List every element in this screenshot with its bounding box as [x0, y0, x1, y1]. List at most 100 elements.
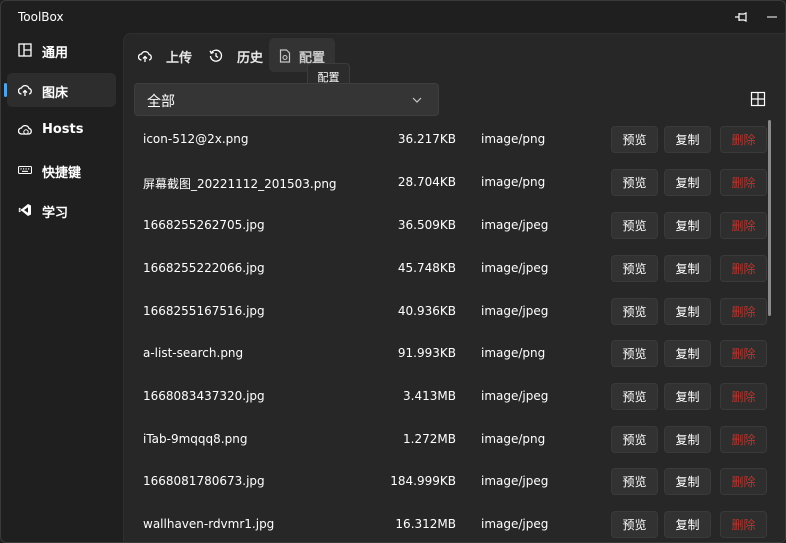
file-type: image/png — [481, 432, 546, 446]
file-type: image/jpeg — [481, 517, 549, 531]
app-window: ToolBox 通用 图床 Hosts 快捷键 学习 上传 历史 配置 配置 全… — [0, 0, 786, 543]
file-name: iTab-9mqqq8.png — [143, 432, 248, 446]
delete-button[interactable]: 删除 — [720, 255, 767, 282]
sidebar-item-label: 学习 — [42, 206, 69, 221]
delete-button[interactable]: 删除 — [720, 468, 767, 495]
sidebar-item-hosts[interactable]: Hosts — [7, 113, 116, 147]
preview-button[interactable]: 预览 — [611, 212, 658, 239]
pin-button[interactable] — [730, 7, 752, 27]
preview-button[interactable]: 预览 — [611, 468, 658, 495]
file-size: 40.936KB — [397, 304, 456, 318]
preview-button[interactable]: 预览 — [611, 426, 658, 453]
copy-button[interactable]: 复制 — [664, 426, 711, 453]
table-row: 1668255222066.jpg 45.748KB image/jpeg 预览 复制删… — [124, 249, 774, 292]
file-size: 184.999KB — [390, 474, 456, 488]
delete-button[interactable]: 删除 — [720, 426, 767, 453]
file-name: wallhaven-rdvmr1.jpg — [143, 517, 275, 531]
file-name: 1668083437320.jpg — [143, 389, 265, 403]
delete-button[interactable]: 删除 — [720, 212, 767, 239]
minimize-icon — [767, 16, 777, 18]
delete-button[interactable]: 删除 — [720, 383, 767, 410]
table-row: 1668255167516.jpg 40.936KB image/jpeg 预览 复制删… — [124, 292, 774, 335]
copy-button[interactable]: 复制 — [664, 212, 711, 239]
delete-button[interactable]: 删除 — [720, 298, 767, 325]
delete-button[interactable]: 删除 — [720, 169, 767, 196]
file-size: 91.993KB — [397, 346, 456, 360]
preview-button[interactable]: 预览 — [611, 255, 658, 282]
table-row: 屏幕截图_20221112_201503.png 28.704KB image/pn… — [124, 163, 774, 206]
delete-button[interactable]: 删除 — [720, 340, 767, 367]
sidebar-item-shortcuts[interactable]: 快捷键 — [7, 153, 116, 187]
table-row: 1668255262705.jpg 36.509KB image/jpeg 预览 复制删… — [124, 206, 774, 249]
layout-icon — [18, 43, 32, 57]
globe-cloud-icon — [18, 124, 32, 135]
file-name: 1668255262705.jpg — [143, 218, 265, 232]
sidebar-item-general[interactable]: 通用 — [7, 33, 116, 67]
file-name: a-list-search.png — [143, 346, 244, 360]
sidebar-item-learn[interactable]: 学习 — [7, 193, 116, 227]
copy-button[interactable]: 复制 — [664, 255, 711, 282]
file-type: image/png — [481, 132, 546, 146]
delete-button[interactable]: 删除 — [720, 511, 767, 538]
tab-label: 历史 — [237, 51, 264, 66]
preview-button[interactable]: 预览 — [611, 126, 658, 153]
file-size: 28.704KB — [397, 175, 456, 189]
file-size: 36.217KB — [397, 132, 456, 146]
file-size: 3.413MB — [403, 389, 456, 403]
pin-icon — [735, 12, 747, 22]
file-name: 1668255222066.jpg — [143, 261, 265, 275]
file-name: 屏幕截图_20221112_201503.png — [143, 177, 337, 191]
copy-button[interactable]: 复制 — [664, 169, 711, 196]
preview-button[interactable]: 预览 — [611, 340, 658, 367]
file-name: icon-512@2x.png — [143, 132, 249, 146]
sidebar-item-label: Hosts — [42, 122, 84, 137]
file-list: icon-512@2x.png 36.217KB image/png 预览 复制 删除 屏幕… — [124, 120, 785, 542]
file-size: 16.312MB — [395, 517, 456, 531]
copy-button[interactable]: 复制 — [664, 511, 711, 538]
filter-select[interactable]: 全部 — [134, 83, 439, 116]
file-size: 45.748KB — [397, 261, 456, 275]
sidebar: 通用 图床 Hosts 快捷键 学习 — [1, 33, 123, 542]
tab-upload[interactable]: 上传 — [126, 38, 196, 72]
file-type: image/jpeg — [481, 389, 549, 403]
scrollbar[interactable] — [768, 120, 771, 316]
file-type: image/jpeg — [481, 304, 549, 318]
filter-select-value: 全部 — [147, 94, 175, 110]
file-name: 1668255167516.jpg — [143, 304, 265, 318]
file-name: 1668081780673.jpg — [143, 474, 265, 488]
file-size: 1.272MB — [403, 432, 456, 446]
preview-button[interactable]: 预览 — [611, 511, 658, 538]
keyboard-icon — [18, 165, 32, 175]
file-type: image/png — [481, 175, 546, 189]
tab-label: 上传 — [166, 51, 193, 66]
chevron-down-icon — [412, 97, 422, 103]
main-panel: 上传 历史 配置 配置 全部 icon-512@2x.png 36.217KB … — [123, 33, 785, 542]
sidebar-item-label: 快捷键 — [42, 166, 82, 181]
file-type: image/jpeg — [481, 218, 549, 232]
sidebar-item-label: 通用 — [42, 46, 69, 61]
copy-button[interactable]: 复制 — [664, 298, 711, 325]
app-title: ToolBox — [18, 10, 64, 24]
preview-button[interactable]: 预览 — [611, 169, 658, 196]
copy-button[interactable]: 复制 — [664, 340, 711, 367]
title-bar: ToolBox — [1, 1, 785, 33]
table-row: 1668081780673.jpg 184.999KB image/jpeg 预览 复制… — [124, 462, 774, 505]
history-icon — [209, 49, 223, 62]
table-row: icon-512@2x.png 36.217KB image/png 预览 复制 删除 — [124, 120, 774, 163]
cloud-upload-icon — [18, 84, 32, 96]
active-indicator — [4, 83, 7, 97]
minimize-button[interactable] — [761, 7, 783, 27]
file-type: image/png — [481, 346, 546, 360]
tab-history[interactable]: 历史 — [197, 38, 267, 72]
copy-button[interactable]: 复制 — [664, 126, 711, 153]
file-type: image/jpeg — [481, 474, 549, 488]
copy-button[interactable]: 复制 — [664, 383, 711, 410]
delete-button[interactable]: 删除 — [720, 126, 767, 153]
file-size: 36.509KB — [397, 218, 456, 232]
sidebar-item-image-host[interactable]: 图床 — [4, 73, 116, 107]
preview-button[interactable]: 预览 — [611, 298, 658, 325]
file-type: image/jpeg — [481, 261, 549, 275]
copy-button[interactable]: 复制 — [664, 468, 711, 495]
preview-button[interactable]: 预览 — [611, 383, 658, 410]
grid-view-icon[interactable] — [750, 91, 766, 107]
